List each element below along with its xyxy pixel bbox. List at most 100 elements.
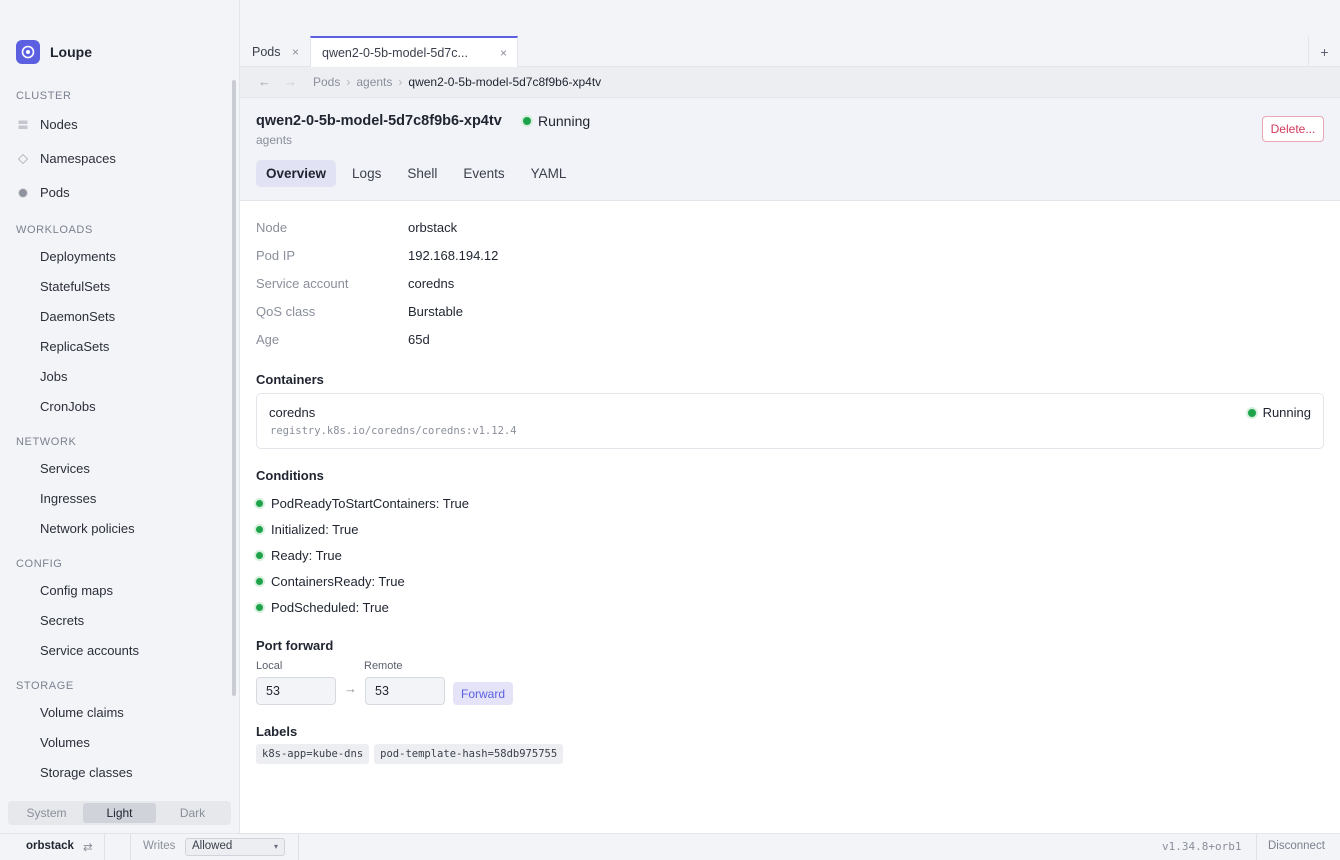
sidebar-item-config-maps[interactable]: Config maps [0,575,232,605]
container-card: coredns registry.k8s.io/coredns/coredns:… [256,393,1324,449]
condition-text: PodScheduled: True [271,600,389,615]
sidebar-item-label: Service accounts [40,642,139,658]
close-icon[interactable]: × [500,46,507,60]
server-icon [18,118,28,129]
theme-option-light[interactable]: Light [83,803,156,823]
tab-logs[interactable]: Logs [342,160,391,187]
condition-item: ContainersReady: True [256,574,405,589]
container-image: registry.k8s.io/coredns/coredns:v1.12.4 [270,425,517,437]
container-status-badge: Running [1247,405,1311,420]
detail-value-age: 65d [408,332,430,347]
status-bar: orbstack ⇄ Writes Allowed ▾ v1.34.8+orb1… [0,833,1340,860]
nav-section-workloads: WORKLOADS [16,224,93,236]
circle-icon [18,186,28,198]
tab-events[interactable]: Events [453,160,514,187]
brand[interactable]: Loupe [16,40,92,64]
delete-button[interactable]: Delete... [1262,116,1324,142]
sidebar-item-jobs[interactable]: Jobs [0,361,232,391]
sidebar-item-volume-claims[interactable]: Volume claims [0,697,232,727]
sidebar-nav: CLUSTER Nodes Namespaces Pods WORKLOADS … [0,80,232,792]
sidebar-item-volumes[interactable]: Volumes [0,727,232,757]
condition-text: ContainersReady: True [271,574,405,589]
sidebar-item-network-policies[interactable]: Network policies [0,513,232,543]
forward-arrow-icon[interactable]: → [284,74,297,89]
sidebar-item-daemonsets[interactable]: DaemonSets [0,301,232,331]
sidebar-scrollbar[interactable] [232,80,236,696]
sidebar-item-deployments[interactable]: Deployments [0,241,232,271]
disconnect-button[interactable]: Disconnect [1268,840,1325,852]
divider [104,834,105,860]
detail-key: Service account [256,276,349,291]
arrow-right-icon: → [344,681,357,696]
nav-section-config: CONFIG [16,558,63,570]
condition-text: PodReadyToStartContainers: True [271,496,469,511]
conditions-heading: Conditions [256,468,324,483]
theme-option-dark[interactable]: Dark [156,803,229,823]
status-dot-icon [256,552,263,559]
container-name: coredns [269,405,316,420]
sidebar-item-storage-classes[interactable]: Storage classes [0,757,232,787]
version-text: v1.34.8+orb1 [1162,840,1242,853]
tab-pod-detail[interactable]: qwen2-0-5b-model-5d7c... × [310,36,518,67]
breadcrumb: Pods › agents › qwen2-0-5b-model-5d7c8f9… [313,75,601,89]
sidebar-item-namespaces[interactable]: Namespaces [0,143,232,173]
sidebar-item-label: Nodes [40,116,78,132]
detail-value-qos-class: Burstable [408,304,463,319]
sidebar-item-nodes[interactable]: Nodes [0,109,232,139]
breadcrumb-separator-icon: › [398,75,403,89]
sidebar-item-ingresses[interactable]: Ingresses [0,483,232,513]
breadcrumb-current: qwen2-0-5b-model-5d7c8f9b6-xp4tv [408,75,602,89]
tab-shell[interactable]: Shell [397,160,447,187]
sidebar-item-services[interactable]: Services [0,453,232,483]
sidebar-item-label: CronJobs [40,398,96,414]
diamond-icon [17,152,29,165]
tab-overview[interactable]: Overview [256,160,337,187]
port-forward-heading: Port forward [256,638,334,653]
sidebar-item-secrets[interactable]: Secrets [0,605,232,635]
sidebar-item-cronjobs[interactable]: CronJobs [0,391,232,421]
writes-label: Writes [143,840,176,852]
namespace-subtitle: agents [256,133,293,147]
tab-pods[interactable]: Pods × [240,36,310,67]
add-tab-button[interactable]: + [1308,36,1340,67]
containers-heading: Containers [256,372,324,387]
container-status: Running [1262,405,1311,420]
forward-button[interactable]: Forward [453,682,513,705]
label-chip: pod-template-hash=58db975755 [374,744,564,764]
labels-heading: Labels [256,724,298,739]
sidebar-item-label: Jobs [40,368,68,384]
sidebar-item-label: Secrets [40,612,85,628]
page-title: qwen2-0-5b-model-5d7c8f9b6-xp4tv [256,113,502,129]
status-dot-icon [256,500,263,507]
condition-item: Ready: True [256,548,342,563]
close-icon[interactable]: × [292,45,299,59]
writes-value: Allowed [192,840,233,852]
sidebar-item-service-accounts[interactable]: Service accounts [0,635,232,665]
local-port-input[interactable] [256,677,336,705]
detail-value-node: orbstack [408,220,458,235]
sidebar-item-label: DaemonSets [40,308,116,324]
sidebar-item-label: Services [40,460,90,476]
sidebar-item-statefulsets[interactable]: StatefulSets [0,271,232,301]
nav-section-storage: STORAGE [16,680,74,692]
detail-tabs: Overview Logs Shell Events YAML [256,160,576,187]
sidebar-item-label: Ingresses [40,490,97,506]
remote-port-label: Remote [364,660,403,672]
overview-panel: Node orbstack Pod IP 192.168.194.12 Serv… [240,201,1340,833]
status-dot-icon [256,578,263,585]
condition-item: Initialized: True [256,522,358,537]
theme-option-system[interactable]: System [10,803,83,823]
sidebar-item-label: Network policies [40,520,135,536]
status-dot-icon [256,526,263,533]
condition-item: PodReadyToStartContainers: True [256,496,469,511]
writes-select[interactable]: Allowed ▾ [185,838,285,856]
context-switcher[interactable]: orbstack ⇄ [26,840,93,854]
back-arrow-icon[interactable]: ← [258,74,271,89]
remote-port-input[interactable] [365,677,445,705]
chevron-down-icon: ▾ [273,842,278,851]
sidebar-item-replicasets[interactable]: ReplicaSets [0,331,232,361]
tab-yaml[interactable]: YAML [521,160,577,187]
sidebar-item-pods[interactable]: Pods [0,177,232,207]
breadcrumb-item-pods[interactable]: Pods [313,75,340,89]
breadcrumb-item-agents[interactable]: agents [356,75,392,89]
